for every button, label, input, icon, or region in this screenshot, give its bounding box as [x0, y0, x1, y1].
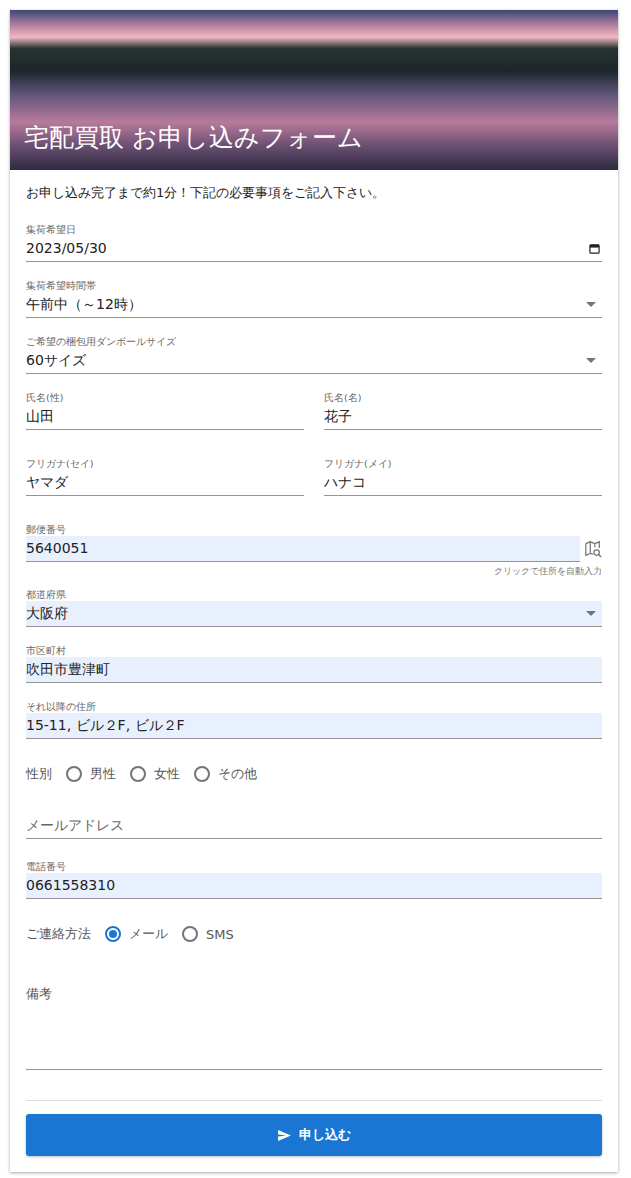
radio-option[interactable]: 女性 [130, 765, 180, 783]
helper-text: クリックで住所を自動入力 [26, 565, 602, 577]
field-label: 都道府県 [26, 589, 602, 601]
field-value: 15-11, ビル２F, ビル２F [26, 716, 602, 734]
text-field[interactable]: 市区町村吹田市豊津町 [26, 645, 602, 683]
field-value: 吹田市豊津町 [26, 660, 602, 678]
field-input[interactable]: ヤマダ [26, 470, 304, 496]
radio-group: ご連絡方法 メール SMS [26, 925, 602, 943]
text-field[interactable]: フリガナ(セイ)ヤマダ [26, 458, 304, 496]
radio-label: SMS [206, 927, 234, 942]
email-field[interactable]: メールアドレス [26, 813, 602, 839]
text-field[interactable]: 氏名(性)山田 [26, 392, 304, 430]
text-field[interactable]: それ以降の住所 15-11, ビル２F, ビル２F [26, 701, 602, 739]
field-label: 集荷希望時間帯 [26, 280, 602, 292]
field-label: 氏名(性) [26, 392, 304, 404]
radio-label: 女性 [154, 765, 180, 783]
field-input[interactable]: 15-11, ビル２F, ビル２F [26, 713, 602, 739]
radio-icon[interactable] [66, 766, 82, 782]
postal-field[interactable]: 郵便番号5640051 クリックで住所を自動入力 [26, 524, 602, 577]
text-field[interactable]: 氏名(名)花子 [324, 392, 602, 430]
radio-group-label: ご連絡方法 [26, 925, 91, 943]
field-pair: 氏名(性)山田氏名(名)花子 [26, 392, 602, 448]
text-field[interactable]: フリガナ(メイ)ハナコ [324, 458, 602, 496]
field-label: 氏名(名) [324, 392, 602, 404]
field-label: フリガナ(メイ) [324, 458, 602, 470]
field-label: 備考 [26, 986, 52, 1001]
header-image: 宅配買取 お申し込みフォーム [10, 10, 618, 170]
field-label: 市区町村 [26, 645, 602, 657]
intro-text: お申し込み完了まで約1分！下記の必要事項をご記入下さい。 [26, 184, 602, 202]
submit-label: 申し込む [299, 1126, 351, 1144]
field-input[interactable]: 0661558310 [26, 873, 602, 899]
field-label: フリガナ(セイ) [26, 458, 304, 470]
radio-icon[interactable] [182, 926, 198, 942]
field-input[interactable]: 2023/05/30 [26, 236, 602, 262]
field-input[interactable]: 60サイズ [26, 348, 602, 374]
dropdown-arrow-icon[interactable] [586, 358, 596, 363]
field-label: それ以降の住所 [26, 701, 602, 713]
form-card: 宅配買取 お申し込みフォームお申し込み完了まで約1分！下記の必要事項をご記入下さ… [10, 10, 618, 1172]
field-input[interactable]: 午前中（～12時） [26, 292, 602, 318]
field-label: 郵便番号 [26, 524, 602, 536]
submit-button[interactable]: 申し込む [26, 1114, 602, 1156]
radio-label: メール [129, 925, 168, 943]
field-input[interactable]: 吹田市豊津町 [26, 657, 602, 683]
field-input[interactable]: ハナコ [324, 470, 602, 496]
radio-dot-icon [109, 930, 117, 938]
form-title: 宅配買取 お申し込みフォーム [10, 122, 377, 170]
radio-label: その他 [218, 765, 257, 783]
field-value: 0661558310 [26, 876, 602, 894]
field-input[interactable]: メールアドレス [26, 813, 602, 839]
field-value: 午前中（～12時） [26, 295, 586, 313]
field-value: 60サイズ [26, 351, 586, 369]
form-body: お申し込み完了まで約1分！下記の必要事項をご記入下さい。集荷希望日 2023/05… [10, 170, 618, 1172]
field-label: ご希望の梱包用ダンボールサイズ [26, 336, 602, 348]
calendar-icon[interactable] [589, 243, 600, 254]
field-input[interactable]: 花子 [324, 404, 602, 430]
radio-icon[interactable] [194, 766, 210, 782]
postal-row: 5640051 [26, 536, 602, 562]
select-field[interactable]: 集荷希望時間帯午前中（～12時） [26, 280, 602, 318]
radio-option[interactable]: メール [105, 925, 168, 943]
map-search-icon[interactable] [584, 540, 602, 558]
field-input[interactable]: 山田 [26, 404, 304, 430]
remarks-field[interactable]: 備考 [26, 973, 602, 1070]
radio-option[interactable]: SMS [182, 926, 234, 942]
field-label: 集荷希望日 [26, 224, 602, 236]
dropdown-arrow-icon[interactable] [586, 611, 596, 616]
select-field[interactable]: ご希望の梱包用ダンボールサイズ 60サイズ [26, 336, 602, 374]
date-field[interactable]: 集荷希望日 2023/05/30 [26, 224, 602, 262]
field-value: 2023/05/30 [26, 239, 589, 257]
text-field[interactable]: 電話番号 0661558310 [26, 861, 602, 899]
radio-option[interactable]: その他 [194, 765, 257, 783]
radio-option[interactable]: 男性 [66, 765, 116, 783]
field-input[interactable]: 5640051 [26, 536, 580, 562]
page: 宅配買取 お申し込みフォームお申し込み完了まで約1分！下記の必要事項をご記入下さ… [0, 0, 631, 1178]
field-input[interactable]: 大阪府 [26, 601, 602, 627]
radio-label: 男性 [90, 765, 116, 783]
field-value: 大阪府 [26, 604, 586, 622]
field-pair: フリガナ(セイ)ヤマダフリガナ(メイ)ハナコ [26, 458, 602, 514]
radio-icon[interactable] [105, 926, 121, 942]
divider [26, 1100, 602, 1101]
field-label: 電話番号 [26, 861, 602, 873]
radio-group: 性別 男性 女性 その他 [26, 765, 602, 783]
send-icon [278, 1130, 291, 1141]
dropdown-arrow-icon[interactable] [586, 302, 596, 307]
radio-group-label: 性別 [26, 765, 52, 783]
radio-icon[interactable] [130, 766, 146, 782]
select-field[interactable]: 都道府県大阪府 [26, 589, 602, 627]
